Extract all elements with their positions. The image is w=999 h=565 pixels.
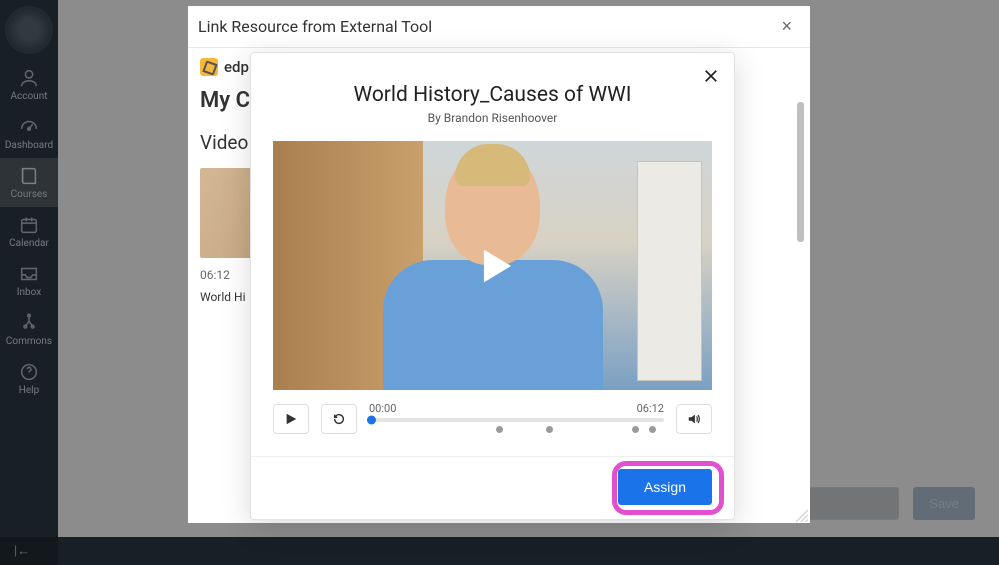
tool-brand-text: edp xyxy=(224,58,249,76)
video-controls: 00:00 06:12 xyxy=(273,390,712,444)
video-footer: Assign xyxy=(251,456,734,519)
close-icon[interactable] xyxy=(702,67,720,88)
volume-button[interactable] xyxy=(676,404,712,434)
seek-thumb[interactable] xyxy=(367,416,376,425)
modal-header: Link Resource from External Tool × xyxy=(188,6,810,48)
question-marker[interactable] xyxy=(496,426,503,433)
question-marker[interactable] xyxy=(649,426,656,433)
modal-title: Link Resource from External Tool xyxy=(198,17,432,36)
inner-scrollbar[interactable] xyxy=(797,102,804,242)
close-button[interactable]: × xyxy=(781,16,792,37)
assign-button[interactable]: Assign xyxy=(618,469,712,505)
video-body: 00:00 06:12 xyxy=(251,141,734,444)
video-player[interactable] xyxy=(273,141,712,390)
replay-button[interactable] xyxy=(321,404,357,434)
video-header: World History_Causes of WWI By Brandon R… xyxy=(251,53,734,141)
video-title: World History_Causes of WWI xyxy=(273,83,712,107)
question-markers xyxy=(369,426,664,436)
seek-track[interactable] xyxy=(369,418,664,422)
video-author: By Brandon Risenhoover xyxy=(273,111,712,125)
play-overlay-button[interactable] xyxy=(273,141,712,390)
question-marker[interactable] xyxy=(546,426,553,433)
play-button[interactable] xyxy=(273,404,309,434)
edpuzzle-logo-icon xyxy=(200,58,218,76)
video-detail-modal: World History_Causes of WWI By Brandon R… xyxy=(250,52,735,520)
time-total: 06:12 xyxy=(637,402,664,415)
progress-section: 00:00 06:12 xyxy=(369,402,664,436)
question-marker[interactable] xyxy=(632,426,639,433)
resize-handle[interactable] xyxy=(795,508,809,522)
time-current: 00:00 xyxy=(369,402,396,415)
